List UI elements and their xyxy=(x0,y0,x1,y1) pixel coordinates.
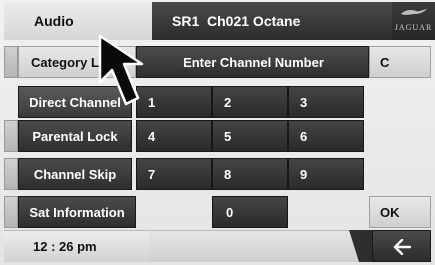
menu-tab-edge xyxy=(4,120,18,152)
back-arrow-icon xyxy=(393,239,411,255)
pointer-arrow-icon xyxy=(98,34,144,106)
clear-label: C xyxy=(380,54,390,70)
key-7[interactable]: 7 xyxy=(136,158,212,190)
menu-item-label: Channel Skip xyxy=(33,166,117,182)
key-4[interactable]: 4 xyxy=(136,120,212,152)
footer-spacer xyxy=(149,230,374,262)
menu-tab-edge xyxy=(4,46,18,78)
jaguar-leaper-icon xyxy=(401,9,427,15)
category-label: Category L xyxy=(31,54,99,70)
clock-time: 12 : 26 pm xyxy=(33,239,97,254)
key-3[interactable]: 3 xyxy=(288,86,364,118)
key-label: 7 xyxy=(148,166,156,182)
key-9[interactable]: 9 xyxy=(288,158,364,190)
menu-item-label: Parental Lock xyxy=(32,128,118,144)
station-title: SR1 Ch021 Octane xyxy=(172,13,301,29)
key-label: 5 xyxy=(224,128,232,144)
key-label: 4 xyxy=(148,128,156,144)
channel-entry-display: Enter Channel Number xyxy=(136,46,369,78)
satellite-radio-screen: Audio SR1 Ch021 Octane JAGUAR Category L… xyxy=(0,0,435,265)
clock: 12 : 26 pm xyxy=(4,230,149,262)
key-5[interactable]: 5 xyxy=(212,120,288,152)
key-0[interactable]: 0 xyxy=(212,196,288,228)
back-button[interactable] xyxy=(372,230,431,262)
key-label: 3 xyxy=(300,94,308,110)
audio-tab-label: Audio xyxy=(34,13,74,29)
key-label: 9 xyxy=(300,166,308,182)
menu-item-parental-lock[interactable]: Parental Lock xyxy=(18,120,132,152)
key-label: 0 xyxy=(226,204,234,220)
brand-text: JAGUAR xyxy=(394,23,433,32)
station-header: SR1 Ch021 Octane xyxy=(152,2,392,40)
menu-tab-edge xyxy=(4,158,18,190)
key-8[interactable]: 8 xyxy=(212,158,288,190)
ok-button[interactable]: OK xyxy=(369,196,431,228)
key-label: 6 xyxy=(300,128,308,144)
footer-bar: 12 : 26 pm xyxy=(4,230,431,262)
clear-button[interactable]: C xyxy=(369,46,431,78)
menu-item-channel-skip[interactable]: Channel Skip xyxy=(18,158,132,190)
menu-item-label: Sat Information xyxy=(29,204,125,220)
key-2[interactable]: 2 xyxy=(212,86,288,118)
ok-label: OK xyxy=(380,204,400,220)
menu-item-sat-information[interactable]: Sat Information xyxy=(18,196,136,228)
entry-prompt: Enter Channel Number xyxy=(183,55,324,70)
menu-tab-edge xyxy=(4,196,18,228)
brand-badge: JAGUAR xyxy=(392,2,435,40)
key-label: 8 xyxy=(224,166,232,182)
key-label: 2 xyxy=(224,94,232,110)
key-6[interactable]: 6 xyxy=(288,120,364,152)
